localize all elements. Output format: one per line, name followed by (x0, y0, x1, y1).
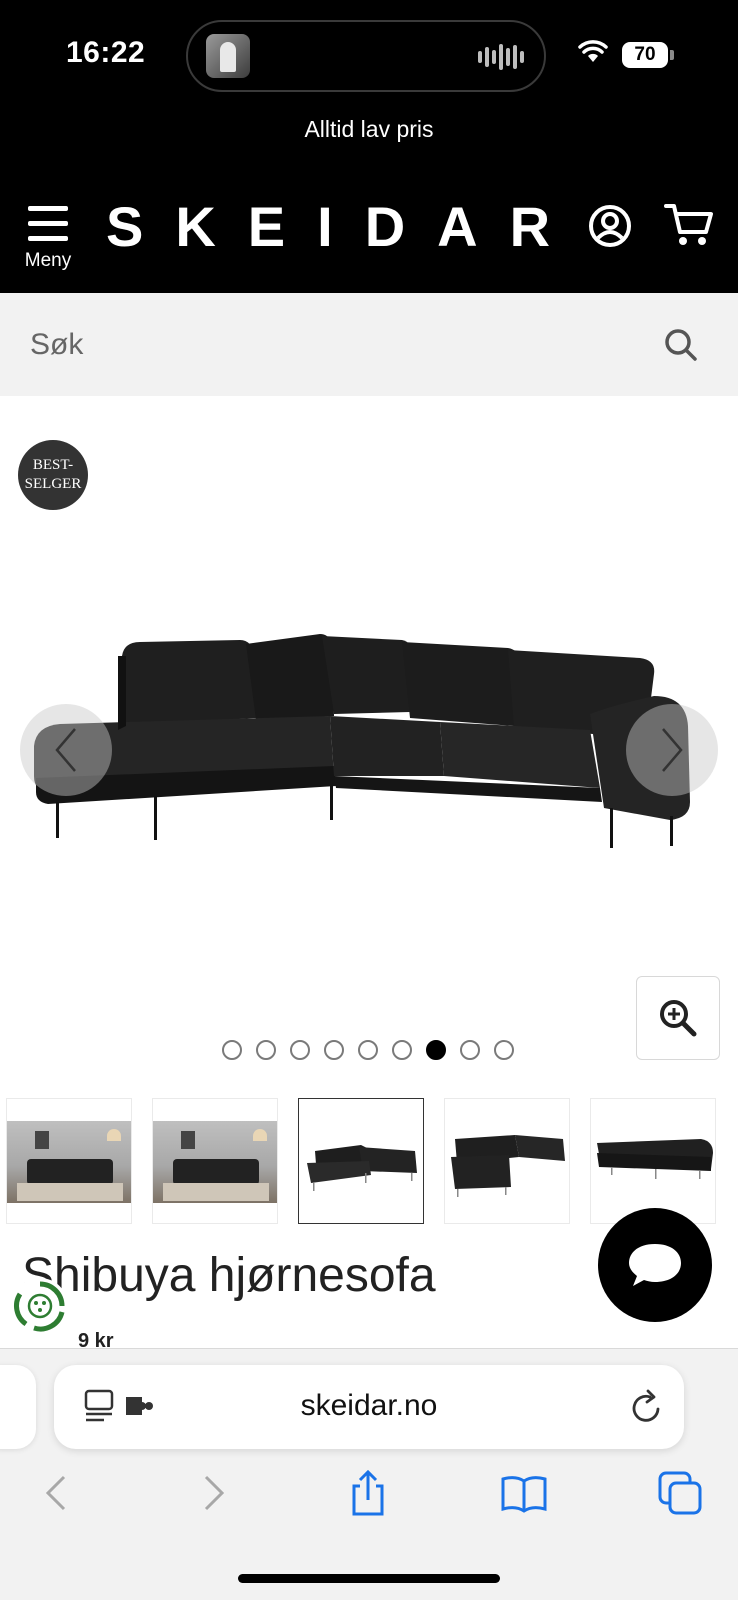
home-indicator (238, 1574, 500, 1583)
product-title: Shibuya hjørnesofa (22, 1249, 436, 1302)
bookmarks-button[interactable] (494, 1463, 554, 1523)
thumbnail-sofa-side[interactable] (590, 1098, 716, 1224)
thumbnail-strip (6, 1098, 716, 1224)
share-button[interactable] (338, 1463, 398, 1523)
pagination-dot[interactable] (256, 1040, 276, 1060)
forward-button[interactable] (184, 1463, 244, 1523)
dynamic-island[interactable] (186, 20, 546, 92)
zoom-in-icon (660, 1000, 697, 1037)
thumbnail-sofa-corner-right[interactable] (444, 1098, 570, 1224)
pagination-dot[interactable] (426, 1040, 446, 1060)
share-icon (352, 1470, 384, 1516)
pagination-dot[interactable] (290, 1040, 310, 1060)
forward-icon (204, 1475, 225, 1511)
search-icon[interactable] (664, 328, 698, 362)
hamburger-icon (28, 206, 68, 242)
badge-line-2: SELGER (24, 476, 82, 492)
pagination-dot[interactable] (392, 1040, 412, 1060)
gallery-next-button[interactable] (626, 704, 718, 796)
back-icon (45, 1475, 66, 1511)
browser-toolbar (0, 1463, 738, 1533)
tabs-icon (658, 1471, 702, 1515)
status-bar: 16:22 70 (0, 0, 738, 110)
recycle-icon[interactable] (12, 1278, 68, 1334)
pagination-dot[interactable] (358, 1040, 378, 1060)
tabs-button[interactable] (650, 1463, 710, 1523)
account-icon[interactable] (588, 204, 632, 248)
search-input[interactable] (30, 323, 630, 367)
url-text: skeidar.no (300, 1389, 438, 1422)
battery-nub (670, 50, 674, 60)
reload-icon[interactable] (630, 1389, 664, 1425)
menu-button[interactable]: Meny (20, 206, 76, 280)
pagination-dot[interactable] (324, 1040, 344, 1060)
wifi-icon (578, 40, 608, 62)
previous-tab-peek[interactable] (0, 1365, 36, 1449)
pagination-dot[interactable] (460, 1040, 480, 1060)
now-playing-art (206, 34, 250, 78)
chat-button[interactable] (598, 1208, 712, 1322)
badge-line-1: BEST- (32, 457, 74, 473)
search-bar (0, 293, 738, 396)
product-image-sofa (34, 634, 690, 848)
back-button[interactable] (26, 1463, 86, 1523)
chat-bubble-icon (629, 1244, 681, 1286)
gallery-pagination (222, 1040, 514, 1060)
cart-icon[interactable] (664, 202, 714, 248)
thumbnail-sofa-corner-left[interactable] (298, 1098, 424, 1224)
chevron-right-icon (662, 728, 683, 772)
gallery-prev-button[interactable] (20, 704, 112, 796)
site-header: Meny SKEIDAR (0, 150, 738, 293)
status-time: 16:22 (66, 36, 146, 69)
battery-icon: 70 (622, 42, 668, 68)
zoom-button[interactable] (636, 976, 720, 1060)
thumbnail-room-1[interactable] (6, 1098, 132, 1224)
promo-banner: Alltid lav pris (0, 108, 738, 150)
browser-chrome: skeidar.no (0, 1348, 738, 1600)
bestseller-badge: BEST- SELGER (18, 440, 88, 510)
bookmarks-icon (501, 1476, 547, 1513)
thumbnail-room-2[interactable] (152, 1098, 278, 1224)
address-bar[interactable]: skeidar.no (54, 1365, 684, 1449)
skeidar-logo[interactable]: SKEIDAR (106, 194, 582, 259)
product-gallery[interactable]: BEST- SELGER (0, 396, 738, 1076)
pagination-dot[interactable] (222, 1040, 242, 1060)
pagination-dot[interactable] (494, 1040, 514, 1060)
audio-waveform-icon (478, 42, 524, 72)
chevron-left-icon (55, 728, 76, 772)
menu-label: Meny (24, 250, 72, 271)
